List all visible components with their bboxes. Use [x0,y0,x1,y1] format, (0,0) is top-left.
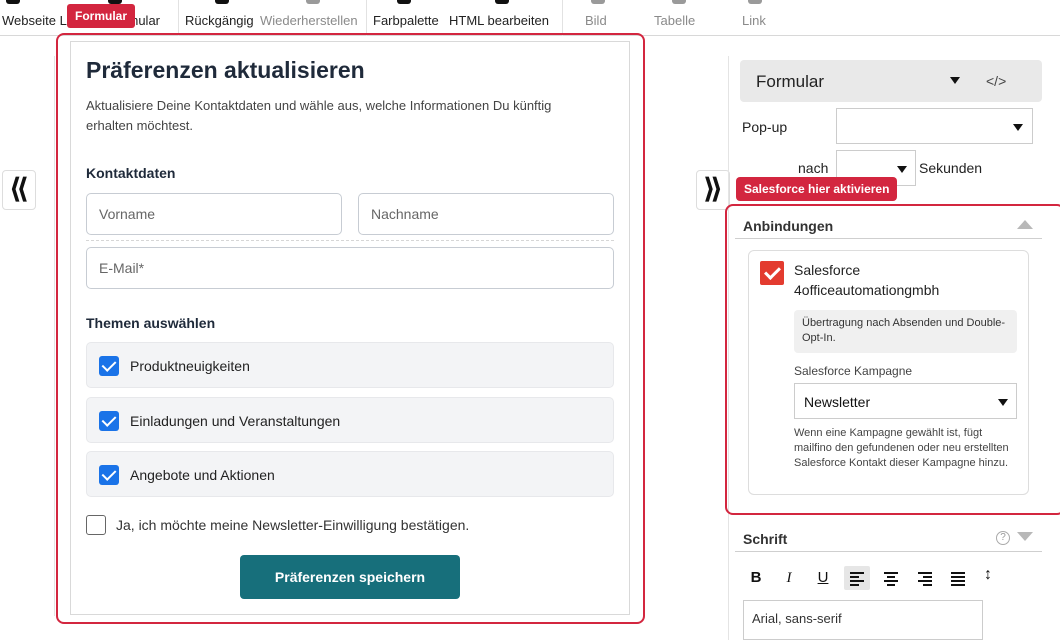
dropdown-arrow-icon [1013,124,1023,131]
dropdown-arrow-icon[interactable] [950,77,960,84]
save-preferences-button[interactable]: Präferenzen speichern [240,555,460,599]
toolbar-separator [178,0,179,36]
collapse-left-arrow[interactable]: ⟪ [2,170,36,210]
toolbar-redo-button[interactable]: Wiederherstellen [260,0,364,36]
html-edit-icon [495,0,509,4]
form-block-tag[interactable]: Formular [67,4,136,28]
image-icon [591,0,605,4]
connections-heading: Anbindungen [743,218,834,234]
page-icon [6,0,20,4]
newsletter-consent-checkbox[interactable] [86,515,106,535]
toolbar-separator [366,0,367,36]
table-icon [672,0,686,4]
toolbar-color-palette-button[interactable]: Farbpalette [373,0,445,36]
align-justify-icon[interactable] [951,572,965,588]
section-divider [735,551,1042,552]
toolbar-image-button[interactable]: Bild [585,0,615,36]
campaign-help-text: Wenn eine Kampagne gewählt ist, fügt mai… [794,427,1009,469]
contact-heading: Kontaktdaten [86,165,176,181]
salesforce-activate-tag[interactable]: Salesforce hier aktivieren [736,177,898,201]
align-right-icon[interactable] [918,572,932,588]
popup-label: Pop-up [742,119,788,135]
after-label: nach [798,160,829,176]
align-left-icon [850,572,864,588]
collapse-section-icon[interactable] [1017,220,1033,229]
topics-heading: Themen auswählen [86,315,216,331]
checkbox-checked-icon[interactable] [99,411,119,431]
transfer-note: Übertragung nach Absenden und Double-Opt… [794,310,1017,353]
code-icon[interactable]: </> [986,73,1006,89]
toolbar-undo-button[interactable]: Rückgängig [185,0,255,36]
font-family-select[interactable]: Arial, sans-serif [743,600,983,640]
bold-button[interactable]: B [745,568,767,588]
toolbar-table-button[interactable]: Tabelle [654,0,704,36]
form-title: Präferenzen aktualisieren [86,57,365,83]
help-icon[interactable]: ? [996,531,1010,545]
italic-button[interactable]: I [778,568,800,588]
salesforce-account: 4officeautomationgmbh [794,282,940,298]
font-heading: Schrift [743,531,788,547]
newsletter-consent-label: Ja, ich möchte meine Newsletter-Einwilli… [116,517,470,533]
topic-option-product-news[interactable]: Produktneuigkeiten [86,342,614,388]
topic-option-offers[interactable]: Angebote und Aktionen [86,451,614,497]
dropdown-arrow-icon [998,399,1008,406]
panel-header-formular[interactable]: Formular </> [740,60,1042,102]
first-name-field[interactable]: Vorname [86,193,342,235]
expand-section-icon[interactable] [1017,532,1033,541]
undo-icon [215,0,229,4]
expand-right-arrow[interactable]: ⟫ [696,170,730,210]
link-icon [748,0,762,4]
line-height-icon[interactable]: ↕ [984,566,992,584]
checkbox-checked-icon[interactable] [99,356,119,376]
seconds-label: Sekunden [919,160,983,176]
salesforce-enabled-checkbox[interactable] [760,261,784,285]
underline-button[interactable]: U [812,568,834,588]
toolbar-edit-html-button[interactable]: HTML bearbeiten [449,0,557,36]
salesforce-name: Salesforce [794,262,861,278]
align-left-button[interactable] [844,566,870,590]
topic-option-events[interactable]: Einladungen und Veranstaltungen [86,397,614,443]
campaign-label: Salesforce Kampagne [794,364,913,378]
popup-select[interactable] [836,108,1033,144]
editor-toolbar: Webseite L Formular Rückgängig Wiederher… [0,0,1060,36]
palette-icon [397,0,411,4]
form-intro: Aktualisiere Deine Kontaktdaten und wähl… [86,98,552,133]
toolbar-separator [562,0,563,36]
canvas-divider [54,56,55,616]
campaign-select[interactable]: Newsletter [794,383,1017,419]
toolbar-link-button[interactable]: Link [742,0,772,36]
last-name-field[interactable]: Nachname [358,193,614,235]
redo-icon [306,0,320,4]
dropdown-arrow-icon [897,166,907,173]
email-field[interactable]: E-Mail* [86,247,614,289]
align-center-icon[interactable] [884,572,898,588]
checkbox-checked-icon[interactable] [99,465,119,485]
toolbar-webseite-button[interactable]: Webseite L [2,0,67,36]
row-drop-guide [86,240,614,241]
section-divider [735,238,1042,239]
